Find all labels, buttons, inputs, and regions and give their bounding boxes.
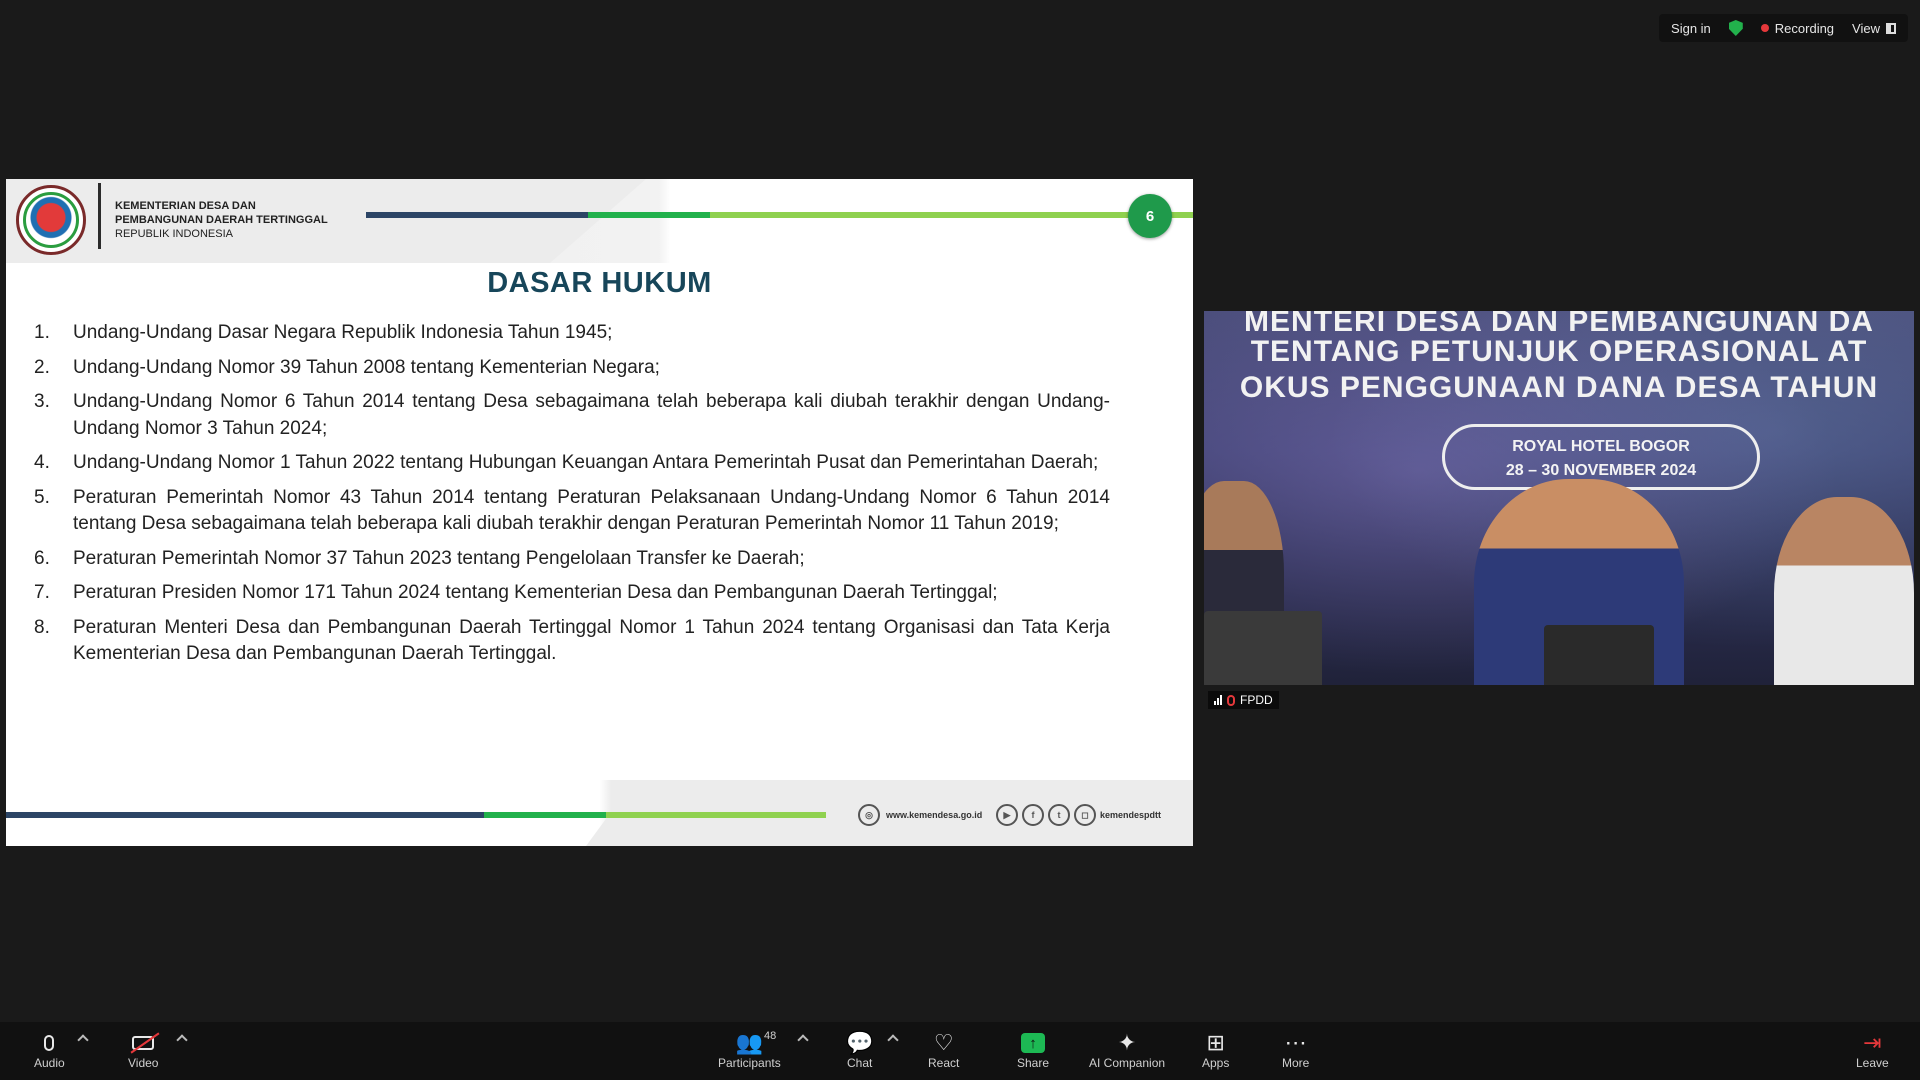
participant-video[interactable]: MENTERI DESA DAN PEMBANGUNAN DA TENTANG …: [1204, 311, 1914, 711]
chat-icon: 💬: [846, 1030, 874, 1055]
participants-options-caret[interactable]: [797, 1034, 809, 1046]
backdrop-banner-line-2: TENTANG PETUNJUK OPERASIONAL AT: [1250, 335, 1868, 368]
legal-basis-list: 1. Undang-Undang Dasar Negara Republik In…: [34, 320, 1110, 676]
view-button[interactable]: View: [1852, 21, 1896, 36]
participant-label: FPDD: [1208, 691, 1279, 709]
video-off-icon: [132, 1036, 155, 1050]
ministry-line-3: REPUBLIK INDONESIA: [115, 228, 233, 240]
chat-label: Chat: [847, 1056, 873, 1070]
list-item: 3. Undang-Undang Nomor 6 Tahun 2014 tenta…: [34, 391, 1110, 439]
youtube-icon: ▶: [996, 804, 1018, 826]
view-label: View: [1852, 20, 1880, 36]
logo-divider: [98, 183, 101, 249]
list-item: 7. Peraturan Presiden Nomor 171 Tahun 202…: [34, 582, 998, 603]
video-label: Video: [128, 1056, 159, 1070]
chat-button[interactable]: 💬 Chat: [846, 1030, 873, 1070]
leave-icon: ⇥: [1863, 1030, 1882, 1055]
share-screen-icon: ↑: [1021, 1033, 1046, 1053]
participants-label: Participants: [718, 1056, 781, 1070]
ministry-line-1: KEMENTERIAN DESA DAN: [115, 200, 256, 212]
slide-header: KEMENTERIAN DESA DAN PEMBANGUNAN DAERAH …: [6, 179, 1193, 263]
list-item: 2. Undang-Undang Nomor 39 Tahun 2008 tent…: [34, 356, 660, 378]
backdrop-banner-line-3: OKUS PENGGUNAAN DANA DESA TAHUN: [1239, 371, 1879, 404]
react-button[interactable]: ♡ React: [928, 1030, 959, 1070]
globe-icon: ◎: [858, 804, 880, 826]
meeting-window: Sign in Recording View KEMENTERIAN DESA …: [0, 0, 1920, 1080]
more-icon: ⋯: [1284, 1030, 1307, 1055]
list-item: 5. Peraturan Pemerintah Nomor 43 Tahun 20…: [34, 486, 1110, 535]
video-options-caret[interactable]: [176, 1034, 188, 1046]
venue-name: ROYAL HOTEL BOGOR: [1512, 438, 1690, 455]
audio-label: Audio: [34, 1056, 65, 1070]
person-right: [1774, 497, 1914, 711]
participant-name: FPDD: [1240, 693, 1273, 707]
twitter-icon: t: [1048, 804, 1070, 826]
slide-footer: ◎ www.kemendesa.go.id ▶ f t ◻ kemendespd…: [6, 780, 1193, 846]
header-stripe: [366, 212, 1193, 218]
sparkle-icon: ✦: [1117, 1030, 1137, 1055]
react-label: React: [928, 1056, 960, 1070]
list-item: 4. Undang-Undang Nomor 1 Tahun 2022 tenta…: [34, 452, 1099, 473]
video-button[interactable]: Video: [128, 1030, 158, 1070]
shield-icon: [1728, 20, 1743, 36]
top-controls: Sign in Recording View: [1659, 14, 1908, 42]
more-label: More: [1282, 1056, 1310, 1070]
security-status[interactable]: [1728, 20, 1743, 36]
leave-button[interactable]: ⇥ Leave: [1856, 1030, 1889, 1070]
participants-icon: 👥: [735, 1030, 764, 1055]
list-item: 8. Peraturan Menteri Desa dan Pembangunan…: [34, 616, 1110, 665]
footer-social: ▶ f t ◻ kemendespdtt: [996, 804, 1161, 826]
microphone-icon: [44, 1035, 55, 1051]
list-item: 6. Peraturan Pemerintah Nomor 37 Tahun 20…: [34, 547, 805, 569]
recording-label: Recording: [1774, 20, 1835, 36]
social-handle: kemendespdtt: [1100, 810, 1162, 820]
ai-companion-button[interactable]: ✦ AI Companion: [1089, 1030, 1165, 1070]
website-text: www.kemendesa.go.id: [886, 810, 983, 820]
participants-count: 48: [764, 1030, 777, 1042]
slide-page-number: 6: [1128, 194, 1172, 238]
list-item: 1. Undang-Undang Dasar Negara Republik In…: [34, 322, 613, 343]
instagram-icon: ◻: [1074, 804, 1096, 826]
more-button[interactable]: ⋯ More: [1282, 1030, 1309, 1070]
recording-indicator[interactable]: Recording: [1760, 20, 1835, 36]
apps-label: Apps: [1202, 1056, 1230, 1070]
meeting-toolbar: Audio Video 👥 48 Participants 💬 Chat ♡ R…: [0, 1022, 1920, 1080]
sign-in-label: Sign in: [1671, 20, 1711, 36]
leave-label: Leave: [1856, 1056, 1889, 1070]
shared-slide: KEMENTERIAN DESA DAN PEMBANGUNAN DAERAH …: [6, 179, 1193, 846]
logo-emblem-icon: [23, 192, 79, 248]
ministry-logo: [16, 185, 86, 255]
signal-icon: [1214, 695, 1222, 705]
footer-stripe: [6, 812, 826, 818]
facebook-icon: f: [1022, 804, 1044, 826]
audio-button[interactable]: Audio: [34, 1030, 65, 1070]
sign-in-button[interactable]: Sign in: [1671, 21, 1711, 36]
recording-dot-icon: [1760, 24, 1769, 32]
ai-companion-label: AI Companion: [1089, 1056, 1166, 1070]
footer-website: ◎ www.kemendesa.go.id: [858, 804, 982, 826]
apps-icon: ⊞: [1206, 1030, 1225, 1055]
participants-button[interactable]: 👥 48 Participants: [718, 1030, 781, 1070]
apps-button[interactable]: ⊞ Apps: [1202, 1030, 1229, 1070]
audio-options-caret[interactable]: [77, 1034, 89, 1046]
slide-title: DASAR HUKUM: [487, 267, 712, 299]
mic-muted-icon: [1227, 694, 1235, 706]
heart-icon: ♡: [933, 1030, 954, 1055]
share-label: Share: [1017, 1056, 1050, 1070]
ministry-name: KEMENTERIAN DESA DAN PEMBANGUNAN DAERAH …: [115, 199, 328, 241]
share-button[interactable]: ↑ Share: [1017, 1030, 1049, 1070]
ministry-line-2: PEMBANGUNAN DAERAH TERTINGGAL: [115, 214, 328, 226]
desk: [1204, 685, 1914, 711]
chat-options-caret[interactable]: [887, 1034, 899, 1046]
view-layout-icon: [1886, 22, 1896, 34]
